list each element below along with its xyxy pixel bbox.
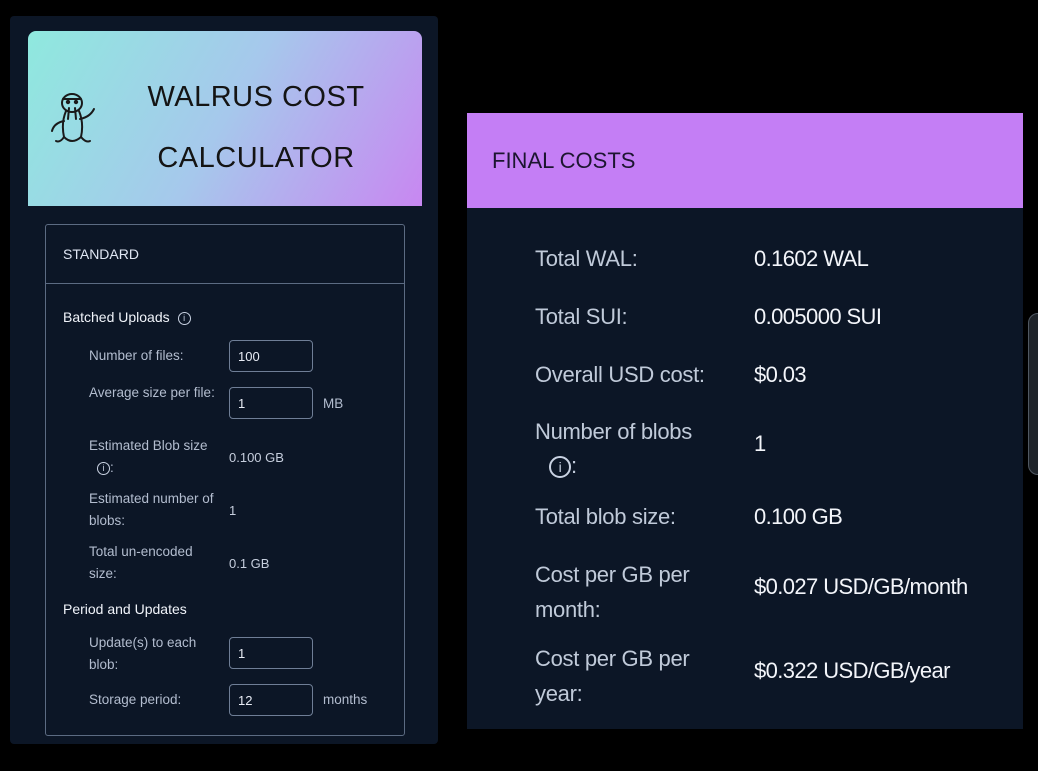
mode-tab-standard[interactable]: STANDARD bbox=[46, 225, 404, 284]
number-of-blobs-label: Number of blobs i: bbox=[535, 415, 692, 483]
page-title: WALRUS COST CALCULATOR bbox=[146, 67, 366, 189]
total-unencoded-size-label: Total un-encoded size: bbox=[89, 544, 193, 581]
number-of-blobs-colon: : bbox=[571, 453, 577, 478]
storage-period-unit: months bbox=[323, 692, 368, 707]
standard-mode-panel: STANDARD Batched Uploads i Number of file… bbox=[45, 224, 405, 736]
total-unencoded-size-value: 0.1 GB bbox=[229, 556, 270, 571]
cost-per-gb-year-suffix: year: bbox=[535, 681, 583, 706]
number-of-blobs-value: 1 bbox=[754, 431, 766, 456]
estimated-blob-size-text: Estimated Blob size bbox=[89, 438, 208, 453]
updates-per-blob-input[interactable] bbox=[229, 637, 313, 669]
estimated-blob-size-colon: : bbox=[110, 460, 114, 475]
total-sui-label: Total SUI: bbox=[535, 304, 628, 329]
title-line-1: WALRUS COST bbox=[147, 81, 365, 113]
final-costs-panel: FINAL COSTS Total WAL: 0.1602 WAL Total … bbox=[467, 113, 1023, 729]
total-blob-size-label: Total blob size: bbox=[535, 504, 676, 529]
cost-per-gb-month-value: $0.027 USD/GB/month bbox=[754, 574, 968, 599]
batched-uploads-title: Batched Uploads bbox=[63, 309, 170, 325]
average-size-unit: MB bbox=[323, 396, 344, 411]
total-blob-size-value: 0.100 GB bbox=[754, 504, 843, 529]
cost-per-gb-month-text: Cost per GB per bbox=[535, 562, 690, 587]
calculator-header: WALRUS COST CALCULATOR bbox=[28, 31, 422, 206]
cost-per-gb-month-label: Cost per GB per month: bbox=[535, 557, 690, 627]
side-drawer-handle[interactable] bbox=[1028, 313, 1038, 475]
estimated-number-of-blobs-value: 1 bbox=[229, 503, 237, 518]
number-of-files-label: Number of files: bbox=[89, 348, 184, 363]
updates-per-blob-label: Update(s) to each blob: bbox=[89, 635, 197, 672]
cost-per-gb-year-value: $0.322 USD/GB/year bbox=[754, 658, 950, 683]
cost-per-gb-year-label: Cost per GB per year: bbox=[535, 641, 690, 711]
overall-usd-label: Overall USD cost: bbox=[535, 362, 705, 387]
total-sui-value: 0.005000 SUI bbox=[754, 304, 882, 329]
estimated-blob-size-value: 0.100 GB bbox=[229, 450, 284, 465]
final-costs-title: FINAL COSTS bbox=[467, 113, 1023, 208]
number-of-blobs-text: Number of blobs bbox=[535, 419, 692, 444]
info-icon[interactable]: i bbox=[549, 456, 571, 478]
period-and-updates-title: Period and Updates bbox=[63, 601, 187, 617]
overall-usd-value: $0.03 bbox=[754, 362, 807, 387]
storage-period-label: Storage period: bbox=[89, 692, 182, 707]
title-line-2: CALCULATOR bbox=[157, 142, 355, 174]
estimated-number-of-blobs-label: Estimated number of blobs: bbox=[89, 491, 214, 528]
batched-uploads-section: Batched Uploads i bbox=[63, 309, 191, 325]
info-icon[interactable]: i bbox=[97, 462, 110, 475]
average-size-label: Average size per file: bbox=[89, 385, 215, 400]
total-wal-label: Total WAL: bbox=[535, 246, 638, 271]
info-icon[interactable]: i bbox=[177, 312, 191, 325]
estimated-blob-size-label: Estimated Blob size i: bbox=[89, 435, 223, 479]
walrus-icon bbox=[51, 93, 95, 143]
average-size-input[interactable] bbox=[229, 387, 313, 419]
cost-per-gb-month-suffix: month: bbox=[535, 597, 601, 622]
cost-per-gb-year-text: Cost per GB per bbox=[535, 646, 690, 671]
total-wal-value: 0.1602 WAL bbox=[754, 246, 869, 271]
storage-period-input[interactable] bbox=[229, 684, 313, 716]
number-of-files-input[interactable] bbox=[229, 340, 313, 372]
